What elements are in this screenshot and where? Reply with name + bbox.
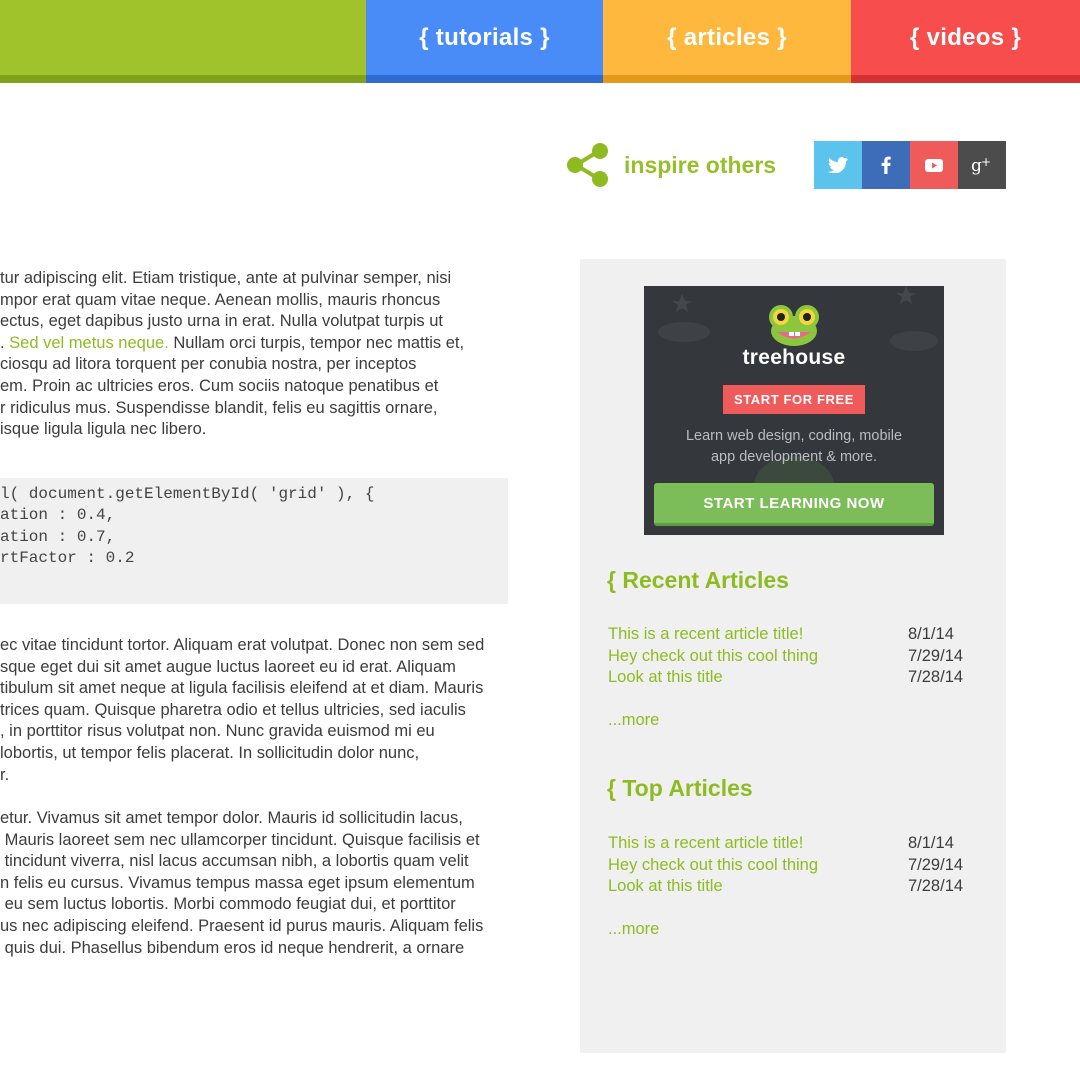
start-for-free-button[interactable]: START FOR FREE bbox=[723, 385, 865, 414]
share-section: inspire others bbox=[566, 141, 776, 189]
google-plus-icon: g + bbox=[971, 155, 991, 175]
svg-text:+: + bbox=[981, 155, 991, 169]
recent-more-link[interactable]: ...more bbox=[608, 711, 659, 730]
article-title[interactable]: Look at this title bbox=[608, 667, 723, 689]
article-date: 7/28/14 bbox=[908, 877, 964, 896]
text-line: tibulum sit amet neque at ligula facilis… bbox=[0, 679, 484, 698]
google-plus-button[interactable]: g + bbox=[958, 141, 1006, 189]
treehouse-ad[interactable]: treehouse START FOR FREE Learn web desig… bbox=[644, 286, 944, 535]
recent-articles-list: This is a recent article title! 8/1/14 He… bbox=[608, 624, 978, 689]
inline-link[interactable]: Sed vel metus neque. bbox=[9, 334, 169, 352]
twitter-button[interactable] bbox=[814, 141, 862, 189]
facebook-button[interactable] bbox=[862, 141, 910, 189]
paragraph-2: ec vitae tincidunt tortor. Aliquam erat … bbox=[0, 635, 560, 786]
share-label: inspire others bbox=[624, 151, 777, 178]
code-line: l( document.getElementById( 'grid' ), { bbox=[0, 485, 375, 503]
text-line: ec vitae tincidunt tortor. Aliquam erat … bbox=[0, 636, 485, 654]
text-line: tur adipiscing elit. Etiam tristique, an… bbox=[0, 269, 452, 287]
text-line: sque eget dui sit amet augue luctus laor… bbox=[0, 657, 456, 676]
top-nav: { tutorials } { articles } { videos } bbox=[0, 0, 1080, 83]
text-line: Mauris laoreet sem nec ullamcorper tinci… bbox=[0, 830, 480, 849]
article-date: 8/1/14 bbox=[908, 834, 954, 852]
facebook-icon bbox=[881, 156, 891, 174]
text-line: us nec adipiscing eleifend. Praesent id … bbox=[0, 916, 484, 935]
nav-tutorials[interactable]: { tutorials } bbox=[366, 0, 603, 83]
article-title[interactable]: Hey check out this cool thing bbox=[608, 646, 818, 668]
article-title[interactable]: Hey check out this cool thing bbox=[608, 855, 818, 877]
sidebar: treehouse START FOR FREE Learn web desig… bbox=[580, 259, 1006, 1053]
list-item[interactable]: Hey check out this cool thing 7/29/14 bbox=[608, 646, 978, 668]
article-title[interactable]: This is a recent article title! bbox=[608, 833, 803, 855]
nav-articles[interactable]: { articles } bbox=[603, 0, 851, 83]
nav-home-block[interactable] bbox=[0, 0, 366, 83]
list-item[interactable]: Look at this title 7/28/14 bbox=[608, 667, 978, 689]
top-articles-list: This is a recent article title! 8/1/14 He… bbox=[608, 833, 978, 898]
code-line: rtFactor : 0.2 bbox=[0, 549, 135, 568]
article-title[interactable]: Look at this title bbox=[608, 876, 723, 898]
article-date: 7/28/14 bbox=[908, 668, 964, 687]
text-line: quis dui. Phasellus bibendum eros id neq… bbox=[0, 938, 465, 957]
code-line: ation : 0.7, bbox=[0, 527, 116, 546]
text-line: mpor erat quam vitae neque. Aenean molli… bbox=[0, 290, 441, 309]
frog-mascot-icon bbox=[769, 305, 819, 346]
recent-articles-heading: { Recent Articles bbox=[607, 567, 789, 593]
article-date: 7/29/14 bbox=[908, 855, 964, 874]
text-line: r ridiculus mus. Suspendisse blandit, fe… bbox=[0, 398, 438, 417]
paragraph-3: etur. Vivamus sit amet tempor dolor. Mau… bbox=[0, 808, 560, 959]
share-icon bbox=[567, 143, 608, 187]
list-item[interactable]: Look at this title 7/28/14 bbox=[608, 876, 978, 898]
article-date: 7/29/14 bbox=[908, 646, 964, 665]
ad-description: Learn web design, coding, mobile app dev… bbox=[685, 428, 903, 465]
code-line: ation : 0.4, bbox=[0, 506, 116, 525]
top-articles-heading: { Top Articles bbox=[607, 775, 753, 801]
youtube-icon bbox=[925, 158, 943, 172]
text-line: isque ligula ligula nec libero. bbox=[0, 420, 207, 439]
text-line: tincidunt viverra, nisl lacus accumsan n… bbox=[0, 852, 469, 871]
text-line: eu sem luctus lobortis. Morbi commodo fe… bbox=[0, 895, 456, 914]
social-buttons: g + bbox=[814, 141, 1006, 189]
nav-videos[interactable]: { videos } bbox=[851, 0, 1080, 83]
youtube-button[interactable] bbox=[910, 141, 958, 189]
start-learning-button[interactable]: START LEARNING NOW bbox=[654, 483, 934, 526]
code-block: l( document.getElementById( 'grid' ), { … bbox=[0, 478, 508, 604]
list-item[interactable]: Hey check out this cool thing 7/29/14 bbox=[608, 855, 978, 877]
text-line: , in porttitor risus volutpat non. Nunc … bbox=[0, 722, 435, 741]
text-line: Nullam orci turpis, tempor nec mattis et… bbox=[168, 333, 465, 352]
text-line: ciosqu ad litora torquent per conubia no… bbox=[0, 355, 417, 374]
ad-brand: treehouse bbox=[742, 346, 846, 369]
text-line: n felis eu cursus. Vivamus tempus massa … bbox=[0, 873, 475, 892]
text-line: etur. Vivamus sit amet tempor dolor. Mau… bbox=[0, 809, 463, 827]
article-date: 8/1/14 bbox=[908, 625, 954, 643]
article-title[interactable]: This is a recent article title! bbox=[608, 624, 803, 646]
text-line: trices quam. Quisque pharetra odio et te… bbox=[0, 700, 466, 719]
list-item[interactable]: This is a recent article title! 8/1/14 bbox=[608, 833, 978, 855]
twitter-icon bbox=[828, 157, 848, 173]
list-item[interactable]: This is a recent article title! 8/1/14 bbox=[608, 624, 978, 646]
text-line: ectus, eget dapibus justo urna in erat. … bbox=[0, 312, 444, 331]
text-line: lobortis, ut tempor felis placerat. In s… bbox=[0, 743, 420, 762]
text-line: . bbox=[0, 333, 10, 352]
top-more-link[interactable]: ...more bbox=[608, 920, 659, 939]
paragraph-1: tur adipiscing elit. Etiam tristique, an… bbox=[0, 268, 560, 441]
text-line: r. bbox=[0, 765, 10, 784]
text-line: em. Proin ac ultricies eros. Cum sociis … bbox=[0, 376, 439, 395]
